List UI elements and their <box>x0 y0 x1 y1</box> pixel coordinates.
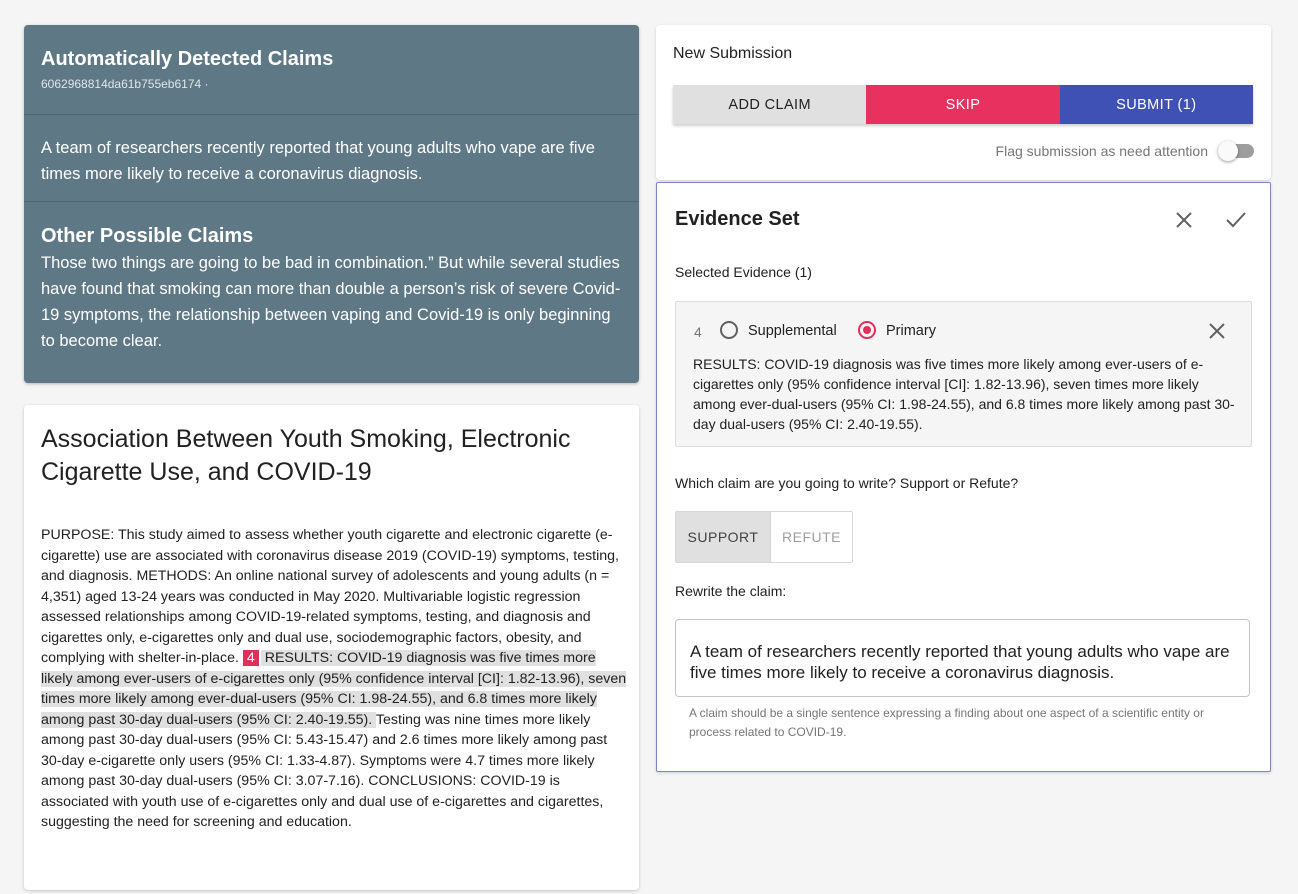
selected-evidence-label: Selected Evidence (1) <box>675 264 812 280</box>
evidence-item-number: 4 <box>694 324 702 340</box>
evidence-item-text: RESULTS: COVID-19 diagnosis was five tim… <box>693 356 1235 432</box>
submission-button-group: ADD CLAIM SKIP SUBMIT (1) <box>673 85 1253 124</box>
primary-label[interactable]: Primary <box>886 323 936 339</box>
flag-row: Flag submission as need attention <box>995 141 1254 161</box>
evidence-set-panel: Evidence Set Selected Evidence (1) 4 Sup… <box>656 182 1271 772</box>
claims-title: Automatically Detected Claims <box>41 48 334 70</box>
abstract-text-before: PURPOSE: This study aimed to assess whet… <box>41 527 620 666</box>
check-icon[interactable] <box>1221 205 1251 235</box>
paper-panel: Association Between Youth Smoking, Elect… <box>24 405 639 890</box>
add-claim-button[interactable]: ADD CLAIM <box>673 85 867 124</box>
paper-title: Association Between Youth Smoking, Elect… <box>41 425 571 486</box>
flag-toggle[interactable] <box>1218 141 1254 161</box>
claims-panel: Automatically Detected Claims 6062968814… <box>24 25 639 383</box>
rewrite-label: Rewrite the claim: <box>675 583 787 599</box>
toggle-knob[interactable] <box>1218 141 1238 161</box>
evidence-set-title: Evidence Set <box>675 208 800 230</box>
primary-radio[interactable] <box>858 321 876 339</box>
supplemental-label[interactable]: Supplemental <box>748 323 837 339</box>
stance-toggle-group: SUPPORT REFUTE <box>675 511 853 563</box>
rewrite-helper-text: A claim should be a single sentence expr… <box>689 706 1204 739</box>
other-claims-text: Those two things are going to be bad in … <box>41 254 621 350</box>
main-claim: A team of researchers recently reported … <box>24 115 639 202</box>
supplemental-radio[interactable] <box>720 321 738 339</box>
claims-id: 6062968814da61b755eb6174 · <box>41 77 209 91</box>
support-button[interactable]: SUPPORT <box>676 512 771 562</box>
submission-panel: New Submission ADD CLAIM SKIP SUBMIT (1)… <box>656 25 1271 180</box>
paper-abstract: PURPOSE: This study aimed to assess whet… <box>41 525 631 833</box>
abstract-text-after[interactable]: Testing was nine times more likely among… <box>41 712 607 831</box>
selected-evidence-item: 4 Supplemental Primary RESULTS: COVID-19… <box>675 301 1252 447</box>
close-icon[interactable] <box>1169 205 1199 235</box>
claims-header: Automatically Detected Claims 6062968814… <box>24 25 639 115</box>
submit-button[interactable]: SUBMIT (1) <box>1059 85 1253 124</box>
rewrite-claim-input[interactable]: A team of researchers recently reported … <box>675 619 1250 697</box>
skip-button[interactable]: SKIP <box>866 85 1060 124</box>
stance-question: Which claim are you going to write? Supp… <box>675 475 1019 491</box>
flag-label: Flag submission as need attention <box>995 143 1208 159</box>
evidence-marker[interactable]: 4 <box>242 650 259 666</box>
submission-title: New Submission <box>673 45 793 62</box>
other-claims-title: Other Possible Claims <box>41 225 254 247</box>
remove-evidence-icon[interactable] <box>1206 320 1228 342</box>
refute-button[interactable]: REFUTE <box>771 512 852 562</box>
other-claims-section: Other Possible Claims Those two things a… <box>24 202 639 354</box>
